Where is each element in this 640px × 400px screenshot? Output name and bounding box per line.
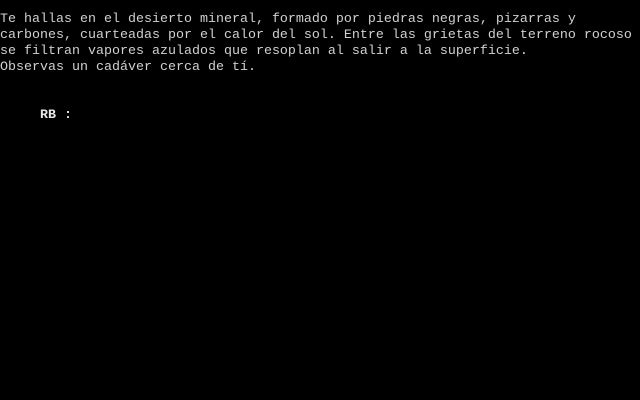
prompt-label: RB :	[40, 108, 72, 123]
narration-line: Observas un cadáver cerca de tí.	[0, 60, 256, 75]
narration-line: Te hallas en el desierto mineral, formad…	[0, 12, 576, 27]
narration-line: carbones, cuarteadas por el calor del so…	[0, 28, 632, 43]
game-screen: Te hallas en el desierto mineral, formad…	[0, 0, 640, 400]
command-prompt[interactable]: RB :	[8, 92, 72, 123]
narration-line: se filtran vapores azulados que resoplan…	[0, 44, 528, 59]
